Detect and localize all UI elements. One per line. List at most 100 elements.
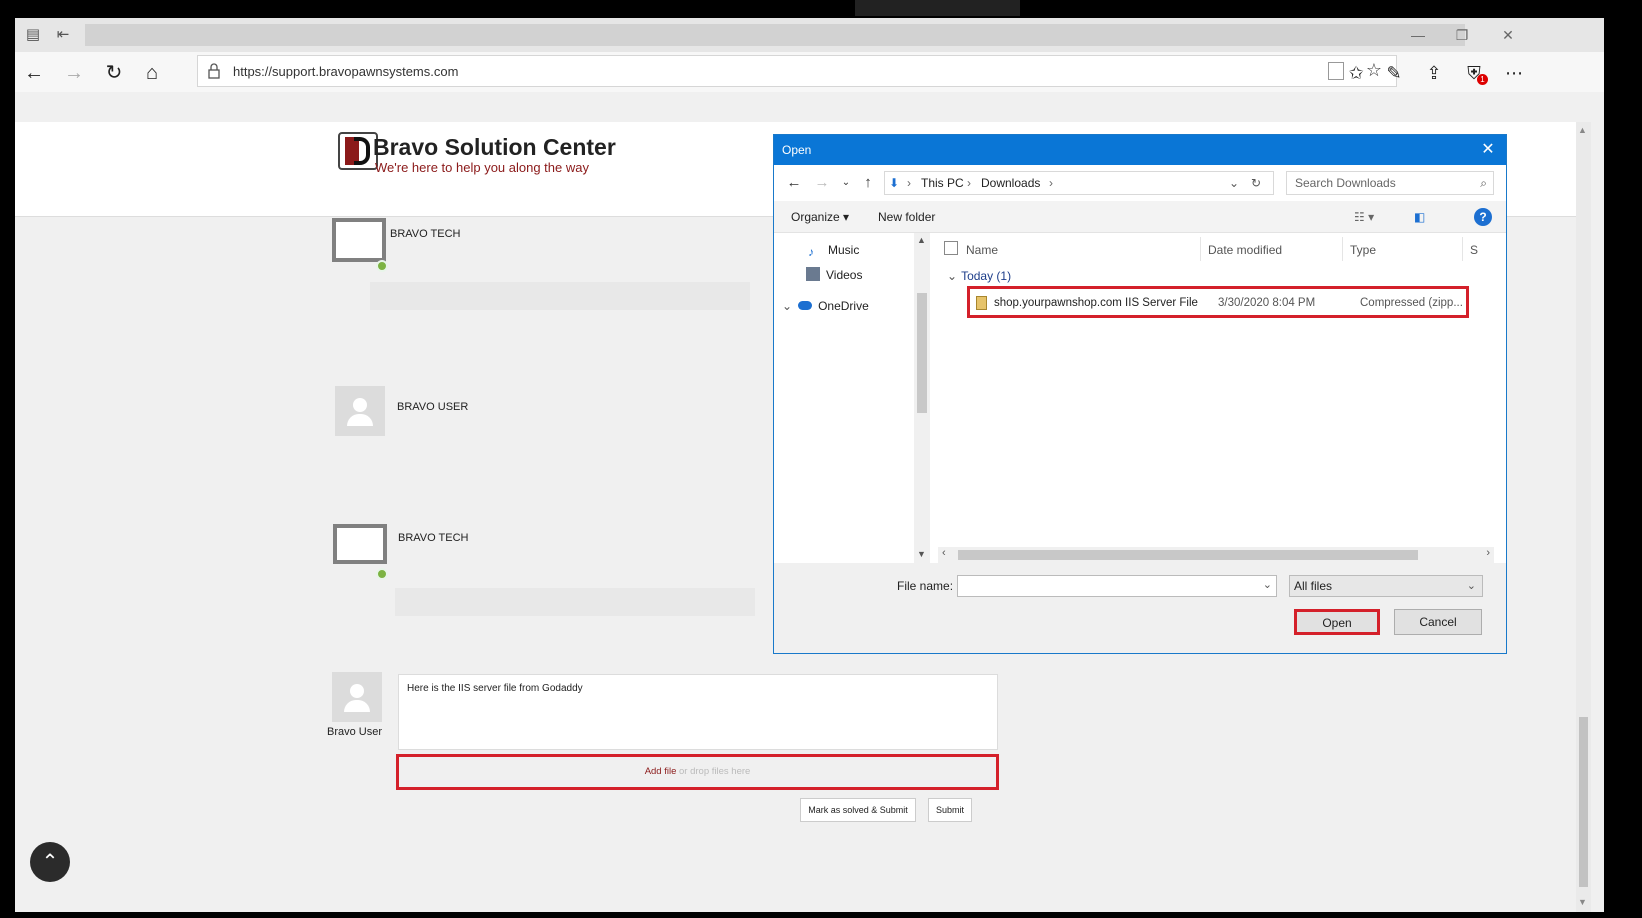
avatar (332, 218, 386, 262)
set-aside-tabs-icon[interactable]: ⇤ (53, 25, 73, 45)
dialog-close-icon[interactable]: ✕ (1478, 140, 1498, 160)
file-date: 3/30/2020 8:04 PM (1218, 297, 1316, 309)
minimize-icon[interactable]: — (1407, 25, 1429, 45)
mark-solved-button[interactable]: Mark as solved & Submit (800, 798, 916, 822)
zip-folder-icon (976, 296, 987, 310)
dialog-refresh-icon[interactable]: ↻ (1251, 172, 1261, 194)
breadcrumb-this-pc[interactable]: This PC (921, 172, 964, 194)
more-menu-icon[interactable]: ⋯ (1501, 60, 1527, 86)
preview-pane-icon[interactable]: ◧ (1414, 210, 1425, 224)
post-author: BRAVO TECH (390, 228, 461, 240)
select-all-checkbox[interactable] (944, 241, 958, 255)
expand-chevron-icon[interactable]: ⌄ (782, 299, 792, 313)
column-type[interactable]: Type (1350, 243, 1376, 257)
group-collapse-icon[interactable]: ⌄ (947, 269, 957, 283)
online-status-icon (376, 260, 388, 272)
notes-pen-icon[interactable]: ✎ (1381, 60, 1407, 86)
help-icon[interactable]: ? (1474, 208, 1492, 226)
column-name[interactable]: Name (966, 243, 998, 257)
add-file-dropzone[interactable]: Add file or drop files here (396, 754, 999, 790)
open-file-dialog: Open ✕ ← → ⌄ ↑ ⬇ › This PC › Downloads ›… (773, 134, 1507, 654)
nav-pane-scrollbar[interactable]: ▲ ▼ (914, 233, 930, 563)
breadcrumb[interactable]: ⬇ › This PC › Downloads › ⌄ ↻ (884, 171, 1274, 195)
breadcrumb-separator-icon: › (907, 176, 911, 190)
breadcrumb-downloads[interactable]: Downloads (981, 172, 1040, 194)
nav-item-onedrive[interactable]: ⌄ OneDrive (782, 299, 869, 313)
address-dropdown-icon[interactable]: ⌄ (1229, 172, 1239, 194)
organize-button[interactable]: Organize ▾ (791, 210, 849, 224)
restore-icon[interactable]: ❐ (1451, 25, 1473, 45)
up-folder-icon[interactable]: ↑ (858, 173, 878, 193)
online-status-icon (376, 568, 388, 580)
submit-button[interactable]: Submit (928, 798, 972, 822)
dialog-toolbar: Organize ▾ New folder ☷ ▾ ◧ ? (774, 201, 1506, 233)
column-date-modified[interactable]: Date modified (1208, 243, 1282, 257)
back-icon[interactable]: ← (21, 60, 47, 86)
post-body (370, 282, 750, 310)
bravo-logo-icon (338, 132, 378, 170)
search-icon: ⌕ (1480, 176, 1487, 190)
scroll-to-top-button[interactable]: ⌃ (30, 842, 70, 882)
search-downloads-input[interactable]: Search Downloads ⌕ (1286, 171, 1494, 195)
file-list-hscrollbar[interactable]: ‹ › (938, 547, 1494, 563)
reply-textarea[interactable]: Here is the IIS server file from Godaddy (398, 674, 998, 750)
scroll-down-arrow-icon[interactable]: ▼ (1578, 897, 1587, 907)
home-icon[interactable]: ⌂ (139, 60, 165, 86)
file-name-dropdown-icon[interactable]: ⌄ (1263, 578, 1272, 591)
address-bar[interactable]: https://support.bravopawnsystems.com ☆ (197, 55, 1397, 87)
page-scrollbar-thumb[interactable] (1579, 717, 1588, 887)
group-today[interactable]: ⌄ Today (1) (947, 269, 1011, 283)
navigation-pane: ♪ Music Videos ⌄ OneDrive (774, 233, 914, 563)
page-scrollbar[interactable]: ▲ ▼ (1576, 122, 1591, 912)
user-avatar-icon (332, 672, 382, 722)
scroll-up-arrow-icon[interactable]: ▲ (1578, 125, 1587, 135)
refresh-icon[interactable]: ↻ (101, 60, 127, 86)
breadcrumb-separator-icon: › (967, 176, 971, 190)
nav-bar: ← → ↻ ⌂ https://support.bravopawnsystems… (15, 52, 1604, 92)
search-placeholder: Search Downloads (1295, 176, 1396, 190)
nav-item-music[interactable]: ♪ Music (808, 243, 859, 259)
url-text[interactable]: https://support.bravopawnsystems.com (233, 64, 458, 79)
scroll-right-arrow-icon[interactable]: › (1486, 547, 1490, 559)
drop-hint: or drop files here (679, 766, 751, 777)
user-avatar-icon (335, 386, 385, 436)
post-author: BRAVO USER (397, 401, 469, 413)
shield-extension-icon[interactable]: ⛨ 1 (1461, 60, 1488, 86)
recent-locations-icon[interactable]: ⌄ (836, 173, 856, 193)
close-icon[interactable]: ✕ (1497, 25, 1519, 45)
lock-icon (208, 63, 220, 79)
favorites-icon[interactable]: ✩ (1343, 60, 1369, 86)
nav-scrollbar-thumb[interactable] (917, 293, 927, 413)
file-type: Compressed (zipp... (1360, 297, 1463, 309)
open-button[interactable]: Open (1294, 609, 1380, 635)
site-brand: Bravo Solution Center (373, 134, 616, 160)
add-file-link[interactable]: Add file (645, 766, 677, 777)
forward-icon[interactable]: → (61, 60, 87, 86)
file-row[interactable]: shop.yourpawnshop.com IIS Server File 3/… (967, 286, 1469, 318)
view-options-icon[interactable]: ☷ ▾ (1354, 210, 1374, 224)
hscrollbar-thumb[interactable] (958, 550, 1418, 560)
avatar (333, 524, 387, 564)
file-type-select[interactable]: All files ⌄ (1289, 575, 1483, 597)
share-icon[interactable]: ⇪ (1421, 60, 1447, 86)
nav-item-videos[interactable]: Videos (806, 267, 862, 282)
column-size[interactable]: S (1470, 243, 1478, 257)
dialog-forward-icon[interactable]: → (812, 173, 832, 193)
post-author: BRAVO TECH (398, 532, 469, 544)
post-body (395, 588, 755, 616)
scroll-up-arrow-icon[interactable]: ▲ (917, 235, 926, 245)
site-tagline: We're here to help you along the way (375, 160, 589, 175)
dialog-footer: File name: ⌄ All files ⌄ Open Cancel (774, 563, 1506, 653)
new-folder-button[interactable]: New folder (878, 210, 935, 224)
cancel-button[interactable]: Cancel (1394, 609, 1482, 635)
file-list-header: Name Date modified Type S (938, 233, 1508, 263)
file-type-dropdown-icon[interactable]: ⌄ (1467, 576, 1476, 596)
tab-bar[interactable] (85, 24, 1465, 46)
tab-preview-icon[interactable]: ▤ (23, 25, 43, 45)
dialog-back-icon[interactable]: ← (784, 173, 804, 193)
reading-view-icon[interactable] (1328, 62, 1344, 80)
scroll-down-arrow-icon[interactable]: ▼ (917, 549, 926, 559)
file-name-input[interactable]: ⌄ (957, 575, 1277, 597)
top-notch (855, 0, 1020, 16)
scroll-left-arrow-icon[interactable]: ‹ (942, 547, 946, 559)
